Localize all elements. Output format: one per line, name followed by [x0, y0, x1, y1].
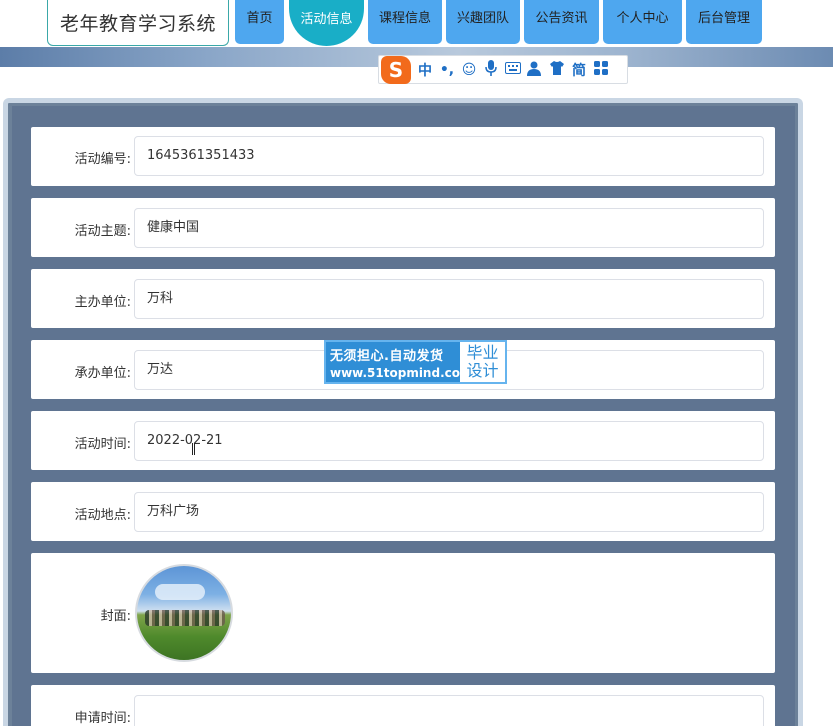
form-row-organizer: 主办单位: 万科: [31, 269, 775, 328]
watermark-line2: www.51topmind.com: [330, 366, 473, 380]
activity-time-field[interactable]: 2022-02-21: [134, 421, 764, 461]
nav-personal-center[interactable]: 个人中心: [603, 0, 682, 44]
field-label: 活动时间:: [74, 437, 131, 452]
site-logo[interactable]: 老年教育学习系统: [47, 0, 229, 46]
form-row-apply-time: 申请时间:: [31, 685, 775, 726]
field-label: 活动编号:: [74, 152, 131, 167]
mic-icon[interactable]: [483, 59, 499, 80]
field-label: 活动地点:: [74, 508, 131, 523]
ime-chinese-toggle[interactable]: 中: [417, 60, 433, 80]
field-label: 主办单位:: [74, 295, 131, 310]
shirt-icon[interactable]: [549, 60, 565, 80]
ime-simplified-toggle[interactable]: 简: [571, 60, 587, 80]
field-label: 承办单位:: [74, 366, 131, 381]
nav-admin[interactable]: 后台管理: [686, 0, 762, 44]
organizer-field[interactable]: 万科: [134, 279, 764, 319]
watermark-side: 毕业 设计: [460, 342, 505, 382]
form-row-activity-theme: 活动主题: 健康中国: [31, 198, 775, 257]
nav-activity-info[interactable]: 活动信息: [289, 0, 364, 46]
activity-theme-field[interactable]: 健康中国: [134, 208, 764, 248]
form-row-activity-time: 活动时间: 2022-02-21: [31, 411, 775, 470]
site-title: 老年教育学习系统: [59, 13, 216, 35]
apply-time-field[interactable]: [134, 695, 764, 726]
form-row-activity-location: 活动地点: 万科广场: [31, 482, 775, 541]
field-label: 封面:: [100, 609, 131, 624]
keyboard-icon[interactable]: [505, 61, 521, 78]
form-row-activity-id: 活动编号: 1645361351433: [31, 127, 775, 186]
watermark-line1: 无须担心.自动发货: [330, 349, 444, 364]
user-icon[interactable]: [527, 60, 543, 80]
field-label: 活动主题:: [74, 224, 131, 239]
cover-people: [145, 610, 225, 626]
activity-id-field[interactable]: 1645361351433: [134, 136, 764, 176]
form-row-cover: 封面:: [31, 553, 775, 673]
nav-announcements[interactable]: 公告资讯: [524, 0, 599, 44]
text-cursor-icon: [192, 443, 195, 455]
apps-icon[interactable]: [593, 60, 609, 79]
ime-punctuation-toggle[interactable]: •,: [439, 62, 455, 78]
cover-image[interactable]: [135, 564, 233, 662]
sogou-logo-icon[interactable]: S: [381, 55, 411, 84]
watermark-text: 无须担心.自动发货 www.51topmind.com: [326, 342, 473, 382]
watermark-side-top: 毕业: [466, 343, 499, 362]
top-navigation: 老年教育学习系统 首页 活动信息 课程信息 兴趣团队 公告资讯 个人中心 后台管…: [0, 0, 833, 47]
field-label: 申请时间:: [74, 711, 131, 726]
watermark-badge: 无须担心.自动发货 www.51topmind.com 毕业 设计: [324, 340, 507, 384]
nav-interest-team[interactable]: 兴趣团队: [446, 0, 520, 44]
emoji-icon[interactable]: ☺: [461, 62, 477, 78]
cover-cloud: [155, 584, 205, 600]
nav-course-info[interactable]: 课程信息: [368, 0, 442, 44]
nav-home[interactable]: 首页: [235, 0, 284, 44]
ime-toolbar: S 中 •, ☺ 简: [378, 55, 628, 84]
watermark-side-bottom: 设计: [466, 361, 499, 380]
activity-location-field[interactable]: 万科广场: [134, 492, 764, 532]
